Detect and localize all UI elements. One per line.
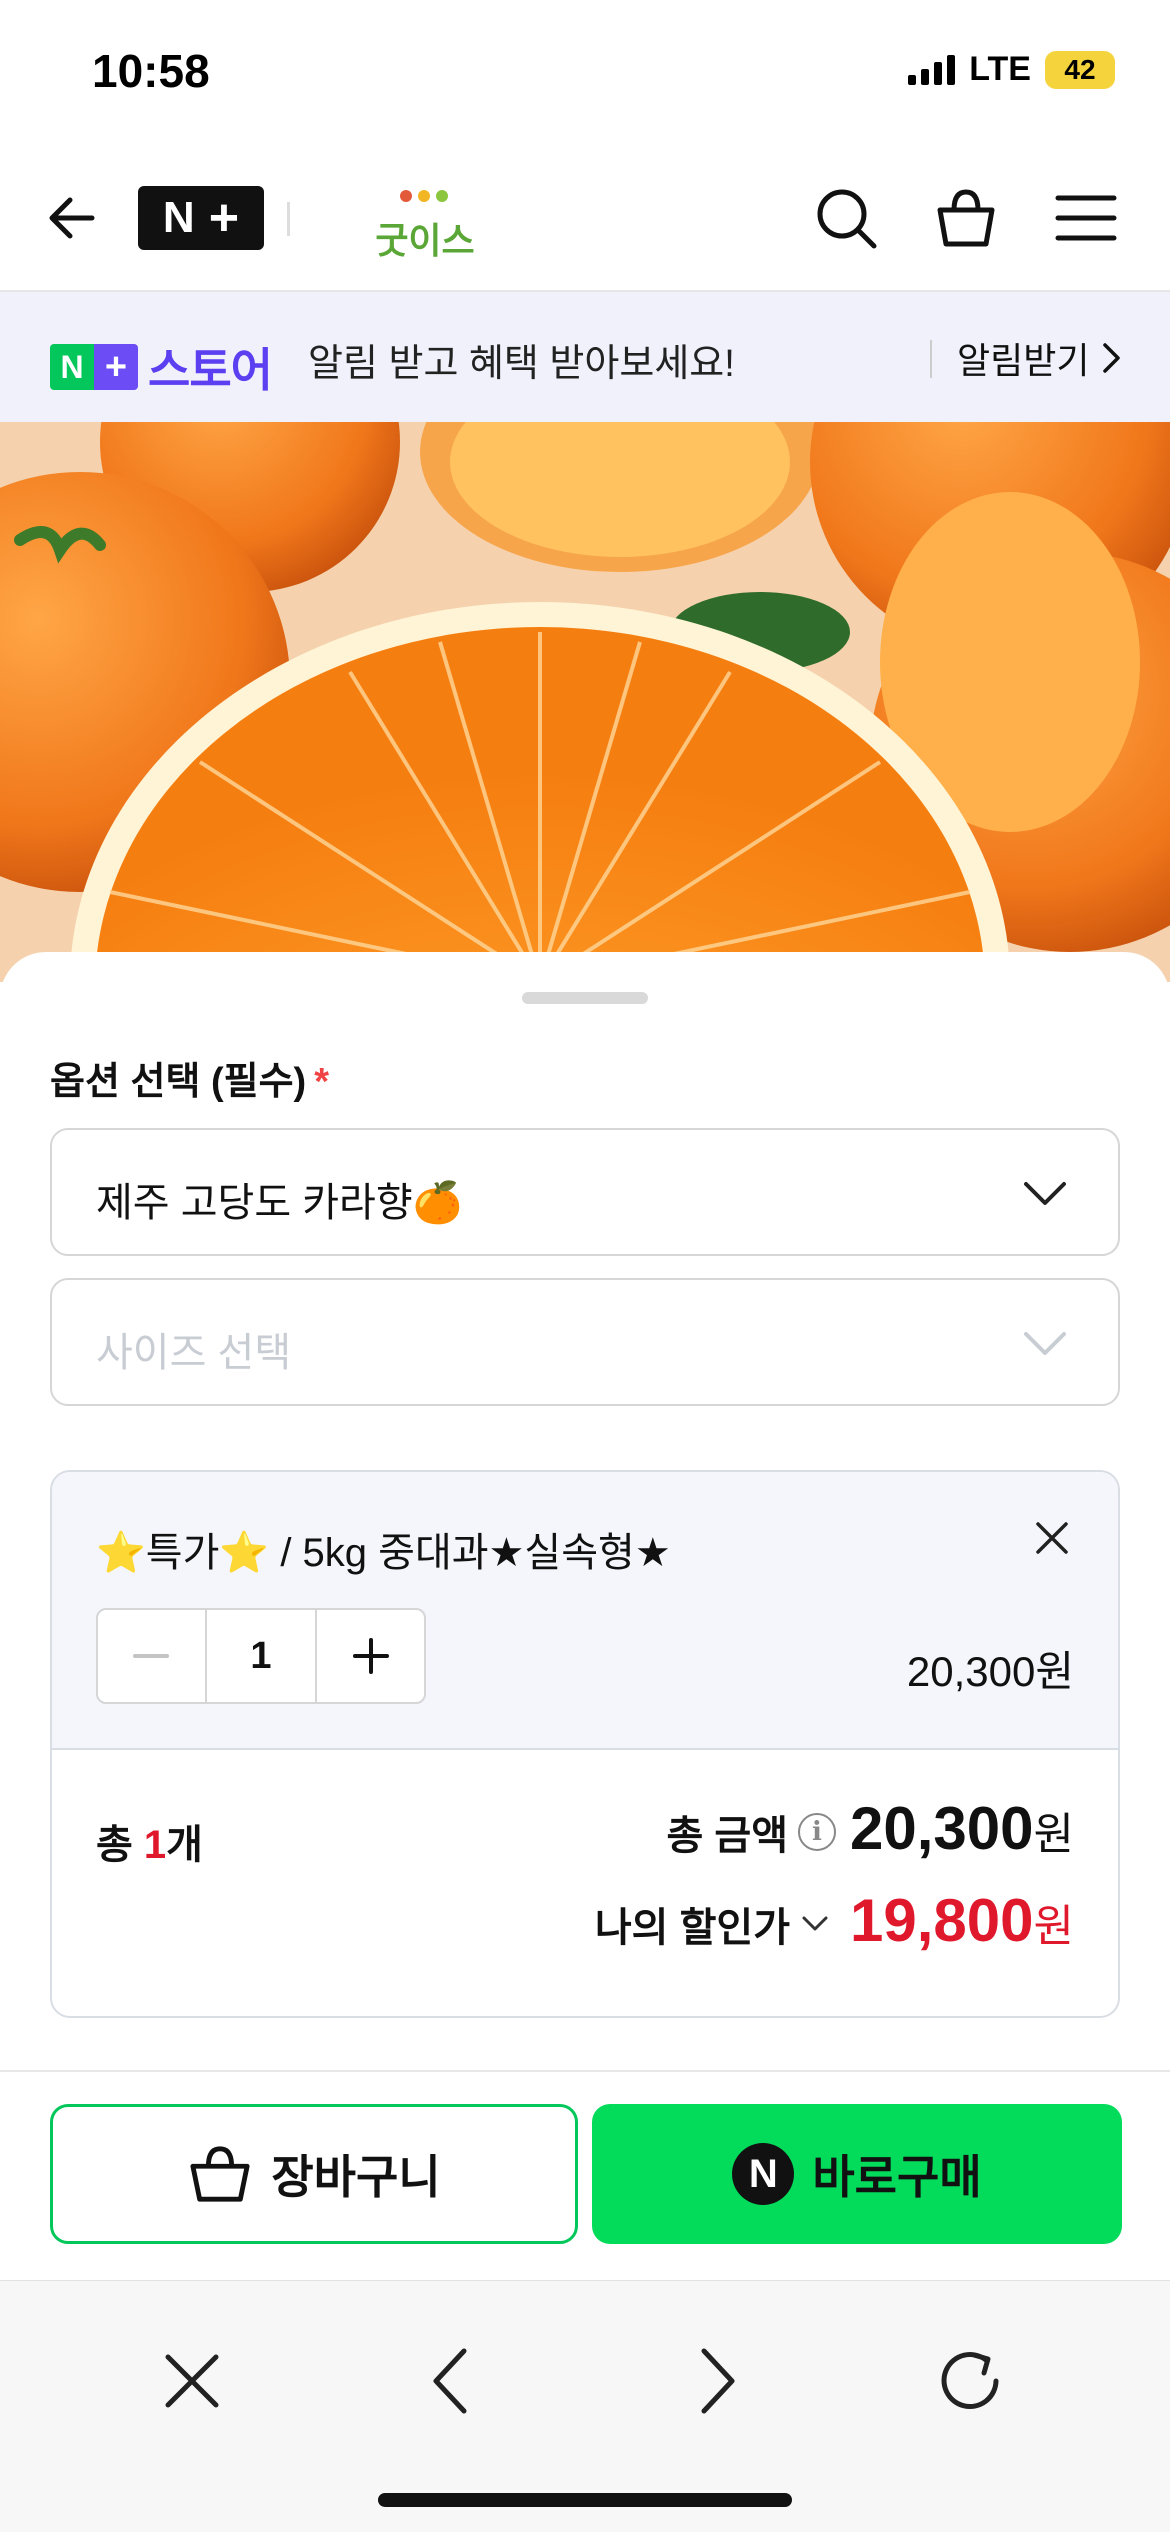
hamburger-menu-icon[interactable]	[1052, 184, 1120, 252]
add-to-cart-button[interactable]: 장바구니	[50, 2104, 578, 2244]
total-amount-label: 총 금액	[666, 1814, 788, 1858]
plus-icon	[352, 1638, 389, 1674]
nav-header: N + 굿이스	[0, 150, 1170, 292]
product-image	[0, 422, 1170, 982]
banner-logo-n: N	[50, 344, 94, 390]
reload-icon[interactable]	[932, 2341, 1012, 2421]
sheet-divider	[0, 2070, 1170, 2072]
nav-divider	[287, 202, 290, 236]
total-count: 총 1개	[96, 1812, 203, 1870]
size-option-select[interactable]: 사이즈 선택	[50, 1278, 1120, 1406]
total-amount-label-group: 총 금액 i	[666, 1803, 836, 1861]
arrow-left-icon[interactable]	[42, 188, 102, 248]
orange-fruit-image	[0, 422, 1170, 982]
banner-logo-store: 스토어	[148, 344, 273, 396]
selected-item-row: ⭐특가⭐ / 5kg 중대과★실속형★ 1 20,300원	[52, 1472, 1118, 1750]
chevron-down-icon	[802, 1916, 828, 1931]
discount-number: 19,800	[850, 1887, 1034, 1954]
total-amount-number: 20,300	[850, 1795, 1034, 1862]
chevron-down-icon	[1024, 1332, 1066, 1355]
selected-item-price: 20,300원	[906, 1648, 1074, 1695]
quantity-stepper: 1	[96, 1608, 426, 1704]
back-icon[interactable]	[412, 2341, 492, 2421]
store-logo-text: 굿이스	[375, 220, 475, 261]
total-amount-unit: 원	[1033, 1810, 1074, 1859]
shopping-bag-icon	[190, 2146, 250, 2202]
search-icon[interactable]	[812, 184, 880, 252]
status-time: 10:58	[92, 45, 210, 97]
naver-plus-logo[interactable]: N +	[138, 186, 264, 250]
product-option-value: 제주 고당도 카라향🍊	[96, 1181, 463, 1225]
total-count-number: 1	[143, 1823, 167, 1867]
total-amount-value: 20,300원	[850, 1794, 1074, 1863]
option-heading: 옵션 선택 (필수) *	[50, 1050, 329, 1105]
total-amount-row: 총 금액 i 20,300원	[666, 1794, 1074, 1863]
close-icon[interactable]	[1030, 1516, 1074, 1560]
info-icon[interactable]: i	[798, 1813, 836, 1851]
browser-toolbar	[0, 2280, 1170, 2532]
discount-toggle[interactable]: 나의 할인가	[595, 1895, 830, 1953]
signal-icon	[908, 54, 956, 85]
selected-item-name: ⭐특가⭐ / 5kg 중대과★실속형★	[96, 1531, 671, 1575]
discount-unit: 원	[1033, 1902, 1074, 1951]
sheet-drag-handle[interactable]	[522, 992, 648, 1004]
total-count-suffix: 개	[166, 1823, 203, 1867]
status-indicators: LTE 42	[908, 50, 1115, 89]
add-to-cart-label: 장바구니	[271, 2151, 441, 2203]
shopping-bag-icon[interactable]	[932, 184, 1000, 252]
notification-banner: N + 스토어 알림 받고 혜택 받아보세요! 알림받기	[0, 292, 1170, 422]
discount-value: 19,800원	[850, 1886, 1074, 1955]
network-type: LTE	[969, 50, 1031, 88]
forward-icon[interactable]	[676, 2341, 756, 2421]
increase-quantity-button[interactable]	[317, 1610, 424, 1702]
minus-icon	[133, 1654, 170, 1658]
option-heading-label: 옵션 선택 (필수)	[50, 1061, 307, 1103]
battery-icon: 42	[1045, 50, 1115, 89]
banner-text: 알림 받고 혜택 받아보세요!	[308, 343, 735, 385]
store-logo[interactable]: 굿이스	[370, 180, 480, 261]
buy-now-button[interactable]: N 바로구매	[592, 2104, 1122, 2244]
status-bar: 10:58 LTE 42	[0, 0, 1170, 150]
option-bottom-sheet: 옵션 선택 (필수) * 제주 고당도 카라향🍊 사이즈 선택 ⭐특가⭐ / 5k…	[0, 952, 1170, 2280]
size-option-placeholder: 사이즈 선택	[96, 1331, 292, 1375]
buy-now-label: 바로구매	[812, 2151, 982, 2203]
quantity-value[interactable]: 1	[204, 1610, 318, 1702]
chevron-down-icon	[1024, 1182, 1066, 1205]
notification-button-label: 알림받기	[957, 340, 1090, 381]
selected-item-card: ⭐특가⭐ / 5kg 중대과★실속형★ 1 20,300원 총 1개 총 금액 …	[50, 1470, 1120, 2018]
product-option-select[interactable]: 제주 고당도 카라향🍊	[50, 1128, 1120, 1256]
chevron-right-icon	[1103, 343, 1121, 373]
naver-pay-icon: N	[732, 2143, 795, 2205]
discount-price-row: 나의 할인가 19,800원	[595, 1886, 1074, 1955]
close-icon[interactable]	[152, 2341, 232, 2421]
home-indicator	[378, 2493, 792, 2507]
banner-divider	[930, 340, 932, 378]
nplus-store-logo: N + 스토어	[50, 334, 273, 400]
required-mark: *	[314, 1061, 329, 1103]
total-count-prefix: 총	[96, 1823, 144, 1867]
banner-logo-plus: +	[94, 344, 138, 390]
decrease-quantity-button[interactable]	[98, 1610, 205, 1702]
discount-label: 나의 할인가	[594, 1906, 790, 1950]
notification-button[interactable]: 알림받기	[957, 332, 1123, 384]
